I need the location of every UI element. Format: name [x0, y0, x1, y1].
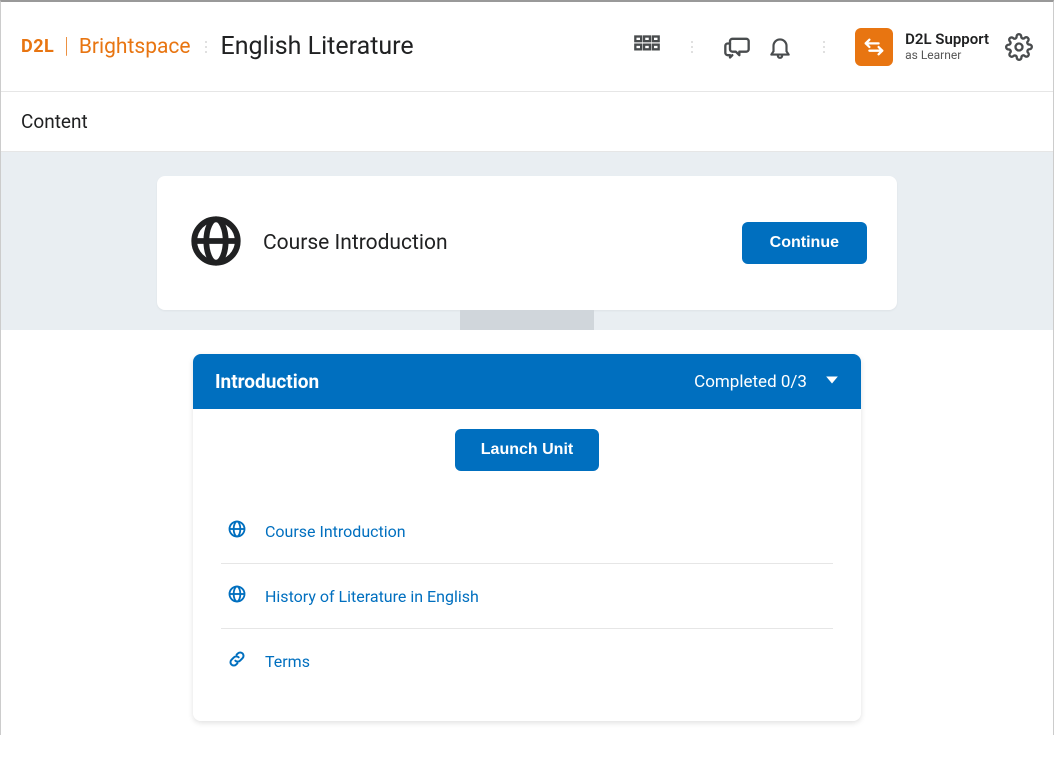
module-progress: Completed 0/3 — [694, 372, 839, 392]
user-name: D2L Support — [905, 30, 989, 48]
card-connector — [460, 310, 594, 330]
module-body: Launch Unit Course Introduction History … — [193, 409, 861, 721]
logo-separator: | — [64, 34, 69, 59]
divider — [691, 41, 693, 53]
intro-card-title: Course Introduction — [263, 231, 724, 255]
course-title[interactable]: English Literature — [221, 32, 414, 61]
role-switch-icon — [855, 28, 893, 66]
content-item-link[interactable]: Course Introduction — [265, 522, 406, 541]
messages-icon[interactable] — [723, 33, 751, 61]
notifications-icon[interactable] — [767, 34, 793, 60]
settings-icon[interactable] — [1005, 33, 1033, 61]
divider — [205, 41, 207, 53]
content-item[interactable]: Course Introduction — [221, 499, 833, 564]
content-item-link[interactable]: Terms — [265, 652, 310, 671]
brand-logo[interactable]: D2L | Brightspace — [21, 34, 191, 59]
progress-text: Completed 0/3 — [694, 372, 807, 392]
course-intro-card: Course Introduction Continue — [157, 176, 897, 310]
hero-section: Course Introduction Continue — [1, 152, 1053, 330]
link-icon — [227, 649, 247, 673]
chevron-down-icon[interactable] — [825, 372, 839, 391]
content-item-link[interactable]: History of Literature in English — [265, 587, 479, 606]
globe-icon — [227, 584, 247, 608]
module-section: Introduction Completed 0/3 Launch Unit C… — [1, 330, 1053, 761]
top-navbar: D2L | Brightspace English Literature — [1, 2, 1053, 92]
brightspace-logo-text: Brightspace — [79, 35, 191, 59]
user-menu[interactable]: D2L Support as Learner — [855, 28, 989, 66]
module-title: Introduction — [215, 370, 319, 393]
user-role: as Learner — [905, 48, 989, 62]
continue-button[interactable]: Continue — [742, 222, 867, 264]
user-info: D2L Support as Learner — [905, 30, 989, 62]
topbar-actions: D2L Support as Learner — [633, 28, 1033, 66]
module-header[interactable]: Introduction Completed 0/3 — [193, 354, 861, 409]
d2l-logo-text: D2L — [21, 36, 54, 57]
content-item[interactable]: History of Literature in English — [221, 564, 833, 629]
nav-tabs: Content — [1, 92, 1053, 152]
launch-unit-button[interactable]: Launch Unit — [455, 429, 599, 471]
content-item[interactable]: Terms — [221, 629, 833, 693]
course-selector-icon[interactable] — [633, 33, 661, 61]
globe-icon — [227, 519, 247, 543]
globe-icon — [187, 212, 245, 274]
content-tab[interactable]: Content — [21, 110, 88, 133]
module-card: Introduction Completed 0/3 Launch Unit C… — [193, 354, 861, 721]
divider — [823, 41, 825, 53]
